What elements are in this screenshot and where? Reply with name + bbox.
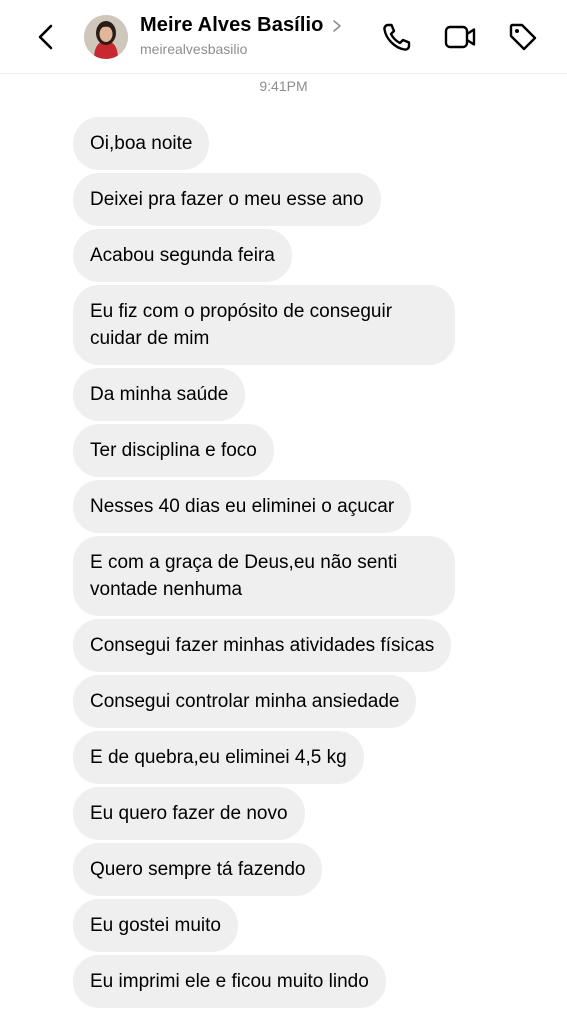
message-bubble[interactable]: E de quebra,eu eliminei 4,5 kg: [73, 731, 364, 784]
back-button[interactable]: [30, 20, 64, 54]
message-bubble[interactable]: E com a graça de Deus,eu não senti vonta…: [73, 536, 455, 616]
message-bubble[interactable]: Eu gostei muito: [73, 899, 238, 952]
message-timestamp: 9:41PM: [259, 78, 308, 94]
contact-name[interactable]: Meire Alves Basílio: [140, 14, 323, 37]
message-bubble[interactable]: Da minha saúde: [73, 368, 246, 421]
phone-icon: [383, 23, 411, 51]
contact-info[interactable]: Meire Alves Basílio meirealvesbasilio: [140, 14, 343, 57]
message-bubble[interactable]: Nesses 40 dias eu eliminei o açucar: [73, 480, 412, 533]
message-bubble[interactable]: Oi,boa noite: [73, 117, 210, 170]
message-bubble[interactable]: Consegui fazer minhas atividades físicas: [73, 619, 452, 672]
tag-button[interactable]: [506, 20, 540, 54]
chevron-right-icon: [333, 19, 342, 32]
tag-icon: [509, 23, 537, 51]
message-list: Oi,boa noite Deixei pra fazer o meu esse…: [73, 117, 473, 1011]
chat-header: Meire Alves Basílio meirealvesbasilio: [0, 0, 567, 74]
message-bubble[interactable]: Ter disciplina e foco: [73, 424, 274, 477]
contact-username: meirealvesbasilio: [140, 41, 248, 57]
message-bubble[interactable]: Eu quero fazer de novo: [73, 787, 305, 840]
message-bubble[interactable]: Deixei pra fazer o meu esse ano: [73, 173, 381, 226]
avatar[interactable]: [84, 15, 128, 59]
message-bubble[interactable]: Acabou segunda feira: [73, 229, 292, 282]
video-call-button[interactable]: [443, 20, 477, 54]
video-camera-icon: [444, 25, 476, 49]
avatar-photo: [84, 15, 128, 59]
message-bubble[interactable]: Eu fiz com o propósito de conseguir cuid…: [73, 285, 455, 365]
back-arrow-icon: [38, 24, 53, 50]
message-bubble[interactable]: Consegui controlar minha ansiedade: [73, 675, 417, 728]
message-bubble[interactable]: Eu imprimi ele e ficou muito lindo: [73, 955, 386, 1008]
audio-call-button[interactable]: [380, 20, 414, 54]
message-bubble[interactable]: Quero sempre tá fazendo: [73, 843, 323, 896]
